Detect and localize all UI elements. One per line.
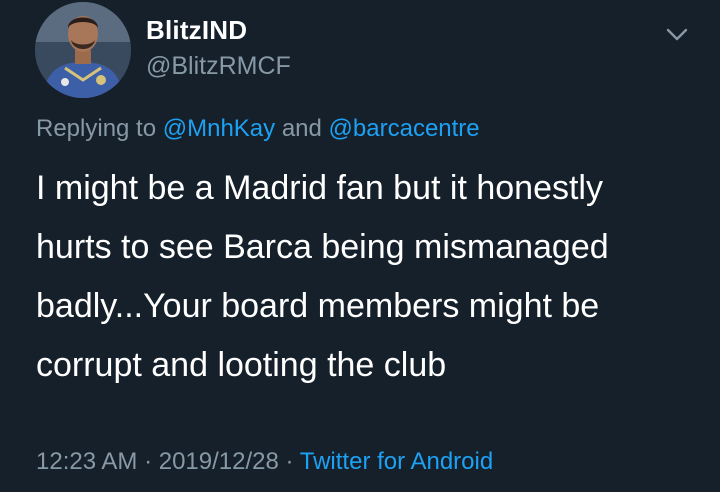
tweet-text-line: hurts to see Barca being mismanaged	[36, 228, 609, 266]
tweet-text: I might be a Madrid fan but it honestly …	[36, 159, 696, 395]
avatar[interactable]	[35, 2, 131, 98]
replying-connector: and	[275, 115, 329, 142]
tweet-text-line: I might be a Madrid fan but it honestly	[36, 169, 603, 207]
avatar-photo	[35, 2, 131, 98]
meta-separator: ·	[137, 448, 159, 475]
mention-link-barcacentre[interactable]: @barcacentre	[329, 115, 480, 142]
author-display-name[interactable]: BlitzIND	[146, 15, 247, 46]
mention-link-mnhkay[interactable]: @MnhKay	[163, 115, 275, 142]
replying-to-label: Replying to	[36, 115, 163, 142]
meta-separator: ·	[278, 448, 300, 475]
tweet-text-line: corrupt and looting the club	[36, 346, 447, 384]
tweet-date[interactable]: 2019/12/28	[159, 448, 279, 475]
tweet-meta: 12:23 AM · 2019/12/28 · Twitter for Andr…	[36, 448, 493, 476]
tweet-time[interactable]: 12:23 AM	[36, 448, 137, 475]
tweet-source-link[interactable]: Twitter for Android	[300, 448, 493, 475]
author-handle[interactable]: @BlitzRMCF	[146, 52, 291, 81]
replying-to: Replying to @MnhKay and @barcacentre	[36, 115, 480, 143]
tweet-text-line: badly...Your board members might be	[36, 287, 600, 325]
chevron-down-icon[interactable]	[663, 24, 691, 46]
